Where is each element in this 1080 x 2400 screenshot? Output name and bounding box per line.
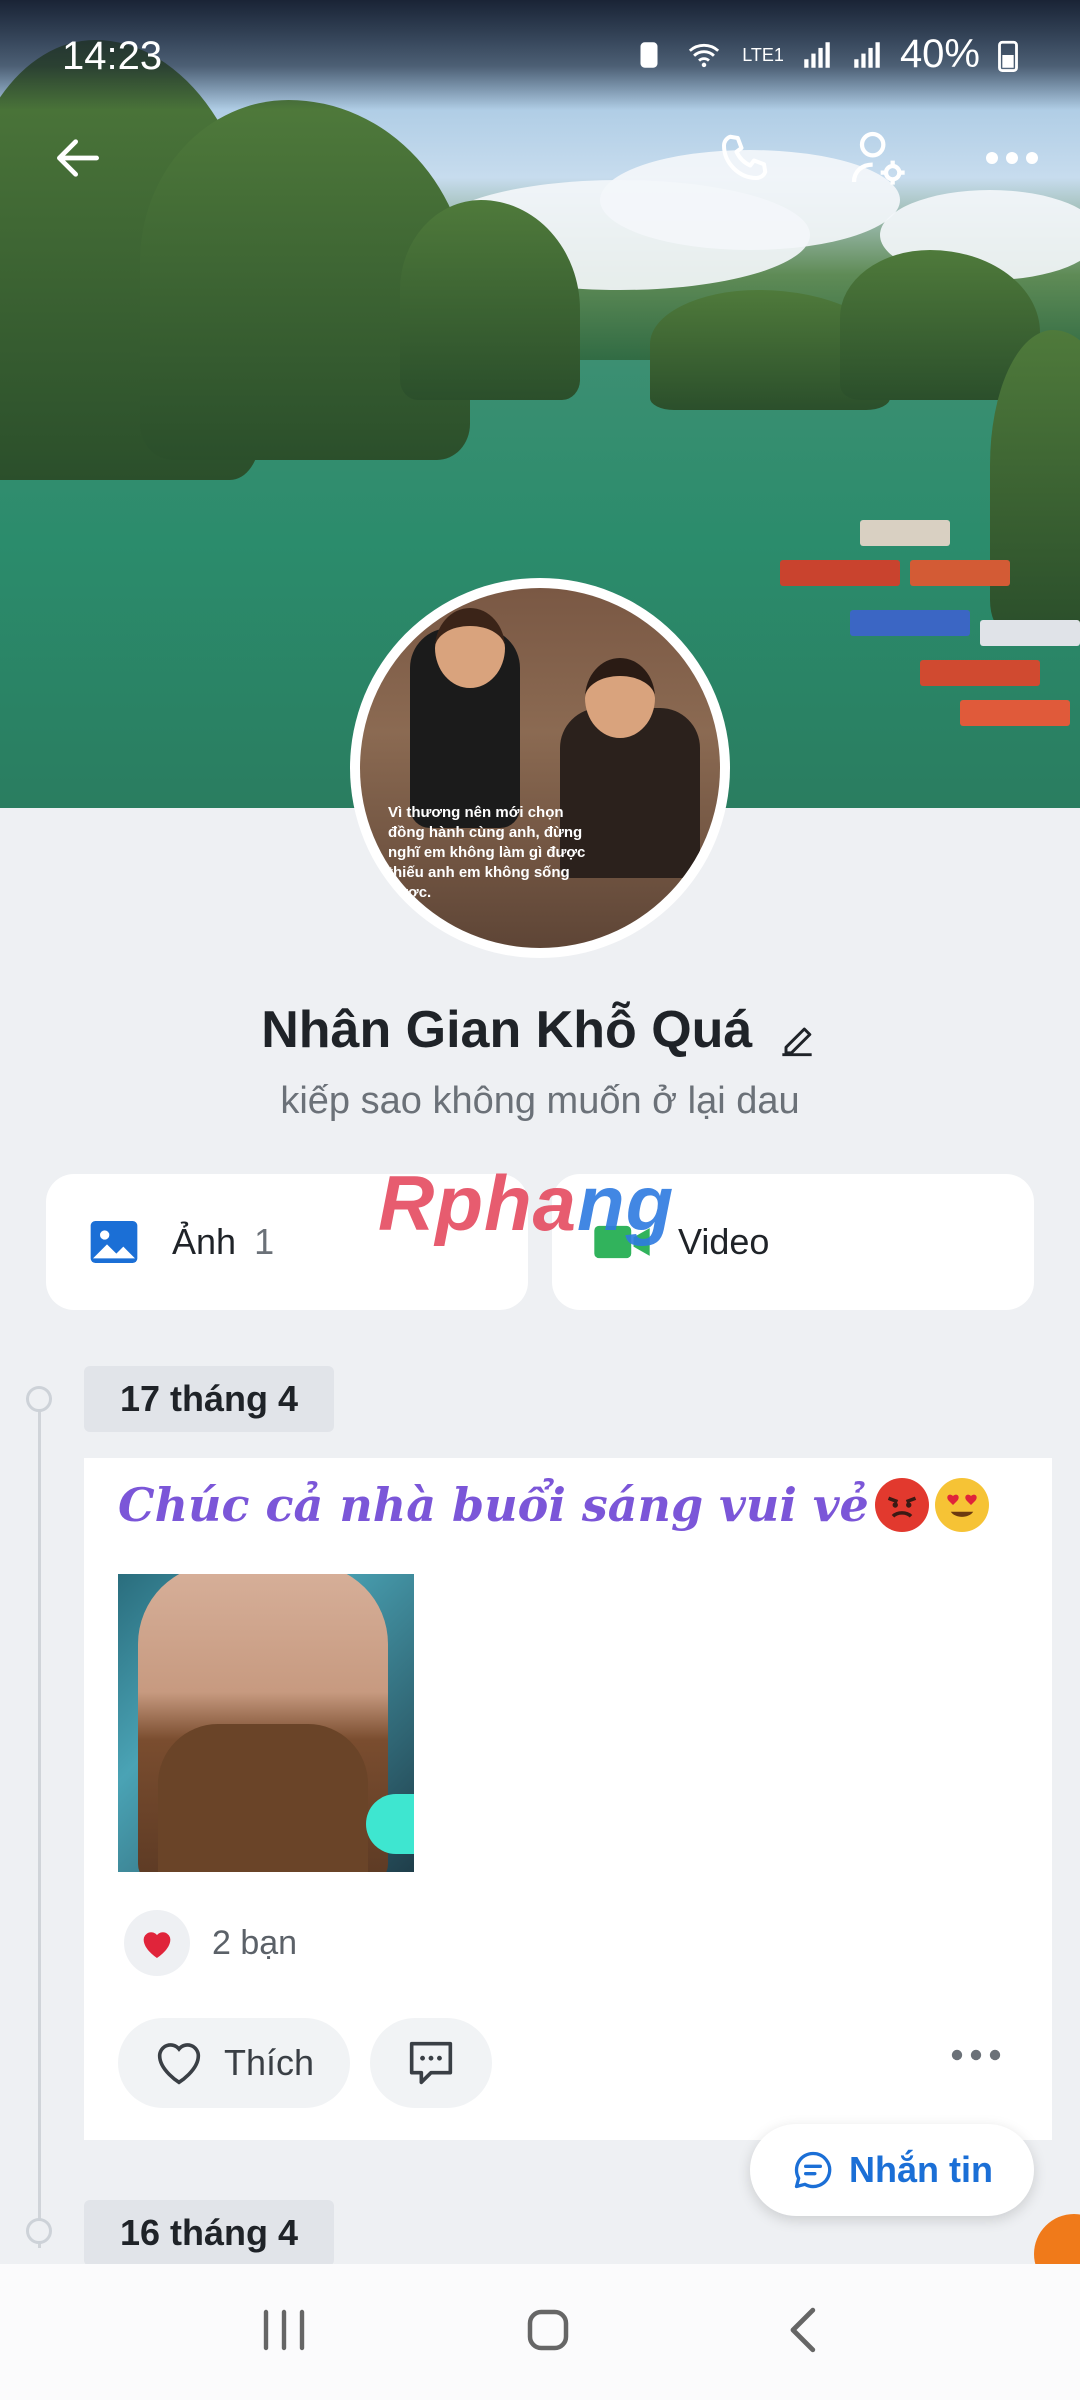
- reactions-count: 2 bạn: [212, 1923, 298, 1962]
- post-actions: Thích: [118, 2018, 493, 2108]
- heart-outline-icon: [157, 2043, 201, 2085]
- post-text: Chúc cả nhà buổi sáng vui vẻ: [118, 1478, 869, 1532]
- battery-percent: 40%: [899, 32, 980, 76]
- profile-bio: kiếp sao không muốn ở lại dau: [280, 1080, 800, 1122]
- more-button[interactable]: [972, 118, 1052, 198]
- heart-eyes-emoji-icon: [934, 1478, 989, 1532]
- status-bar: 14:23 LTE1 40%: [0, 0, 1080, 110]
- photos-label: Ảnh: [172, 1221, 237, 1262]
- date-chip: 16 tháng 4: [84, 2200, 335, 2266]
- timeline-line: [38, 1398, 41, 2248]
- date-chip: 17 tháng 4: [84, 1366, 335, 1432]
- home-icon: [527, 2309, 569, 2350]
- more-horizontal-icon: [951, 2049, 1001, 2061]
- post-card[interactable]: Chúc cả nhà buổi sáng vui vẻ 2 bạn Thích: [84, 1458, 1052, 2140]
- signal-icon: [804, 41, 830, 68]
- pencil-icon: [782, 1027, 812, 1057]
- message-button[interactable]: Nhắn tin: [750, 2124, 1034, 2216]
- call-button[interactable]: [704, 118, 784, 198]
- comment-button[interactable]: [370, 2018, 493, 2108]
- wifi-icon: [689, 43, 720, 67]
- watermark-logo: Rphang: [378, 1159, 675, 1247]
- system-nav-bar: [0, 2264, 1080, 2400]
- network-type: LTE1: [742, 44, 784, 65]
- arrow-left-icon: [57, 139, 99, 177]
- timeline-dot: [26, 2218, 52, 2244]
- heart-reaction: [124, 1910, 190, 1976]
- post-more-button[interactable]: [950, 2048, 1002, 2067]
- status-time: 14:23: [62, 34, 163, 78]
- status-icons: LTE1 40%: [632, 32, 1020, 77]
- home-button[interactable]: [521, 2303, 575, 2362]
- more-horizontal-icon: [986, 152, 1038, 164]
- battery-saver-icon: [640, 41, 658, 68]
- message-label: Nhắn tin: [849, 2149, 993, 2190]
- image-icon: [90, 1221, 138, 1263]
- boats: [700, 500, 1080, 750]
- avatar[interactable]: Vì thương nên mới chọn đồng hành cùng an…: [350, 578, 730, 958]
- profile-name-row: Nhân Gian Khỗ Quá: [0, 1000, 1080, 1067]
- avatar-caption: Vì thương nên mới chọn đồng hành cùng an…: [388, 804, 586, 901]
- photos-count: 1: [254, 1221, 275, 1262]
- comment-icon: [409, 2041, 453, 2085]
- profile-name: Nhân Gian Khỗ Quá: [261, 1001, 753, 1059]
- recent-apps-icon: [263, 2309, 304, 2350]
- system-back-button[interactable]: [782, 2303, 826, 2362]
- photo-subject: [158, 1724, 368, 1872]
- video-label: Video: [678, 1221, 770, 1262]
- user-settings-icon: [851, 131, 905, 185]
- post-title: Chúc cả nhà buổi sáng vui vẻ: [118, 1478, 989, 1532]
- profile-settings-button[interactable]: [838, 118, 918, 198]
- edit-name-button[interactable]: [775, 1018, 819, 1067]
- avatar-figure: [435, 608, 505, 688]
- like-label: Thích: [224, 2042, 315, 2083]
- post-photo[interactable]: [118, 1574, 414, 1872]
- chat-bubble-icon: [794, 2151, 832, 2189]
- reactions-summary[interactable]: 2 bạn: [124, 1910, 297, 1976]
- like-button[interactable]: Thích: [118, 2018, 351, 2108]
- signal-icon: [854, 41, 880, 68]
- avatar-figure: [585, 658, 655, 738]
- avatar-image: Vì thương nên mới chọn đồng hành cùng an…: [360, 588, 720, 948]
- angry-emoji-icon: [874, 1478, 929, 1532]
- timeline-dot: [26, 1386, 52, 1412]
- back-button[interactable]: [38, 118, 118, 198]
- chevron-left-icon: [790, 2307, 816, 2352]
- recent-apps-button[interactable]: [254, 2305, 314, 2360]
- battery-icon: [998, 40, 1018, 72]
- phone-icon: [722, 134, 768, 180]
- heart-icon: [143, 1932, 171, 1958]
